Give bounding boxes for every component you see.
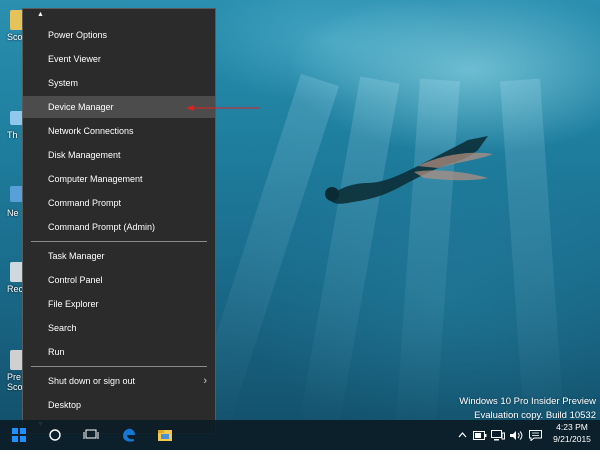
menu-item-file-explorer[interactable]: File Explorer (23, 293, 215, 315)
clock-date: 9/21/2015 (553, 434, 591, 444)
chevron-right-icon: › (203, 375, 207, 387)
network-button[interactable] (490, 420, 506, 450)
show-hidden-icons-button[interactable] (456, 420, 468, 450)
start-button[interactable] (4, 420, 34, 450)
windows-build-watermark: Windows 10 Pro Insider Preview Evaluatio… (459, 395, 596, 423)
menu-item-task-manager[interactable]: Task Manager (23, 245, 215, 267)
menu-separator (31, 241, 207, 242)
volume-icon (510, 430, 523, 440)
search-button[interactable] (40, 420, 70, 450)
action-center-button[interactable] (526, 420, 544, 450)
chevron-up-icon (458, 432, 466, 438)
menu-item-run[interactable]: Run (23, 341, 215, 363)
menu-item-event-viewer[interactable]: Event Viewer (23, 48, 215, 70)
battery-icon (473, 430, 487, 440)
network-icon (491, 429, 505, 440)
menu-item-system[interactable]: System (23, 72, 215, 94)
menu-separator (31, 366, 207, 367)
battery-button[interactable] (472, 420, 488, 450)
start-icon (12, 428, 26, 442)
menu-item-computer-management[interactable]: Computer Management (23, 168, 215, 190)
edge-button[interactable] (114, 420, 144, 450)
edge-icon (123, 428, 135, 442)
diver-wallpaper-image (325, 136, 493, 204)
task-view-icon (83, 429, 99, 439)
winx-power-user-menu: ▲ Power Options Event Viewer System Devi… (22, 8, 216, 434)
light-ray (500, 78, 566, 441)
volume-button[interactable] (508, 420, 524, 450)
action-center-icon (528, 429, 542, 441)
menu-item-network-connections[interactable]: Network Connections (23, 120, 215, 142)
taskbar (0, 420, 600, 450)
clock-time: 4:23 PM (556, 422, 588, 432)
taskbar-clock[interactable]: 4:23 PM 9/21/2015 (548, 421, 596, 445)
menu-item-command-prompt-admin[interactable]: Command Prompt (Admin) (23, 216, 215, 238)
menu-item-label: Shut down or sign out (48, 376, 136, 386)
menu-item-desktop[interactable]: Desktop (23, 394, 215, 416)
file-explorer-icon (158, 430, 172, 441)
menu-item-control-panel[interactable]: Control Panel (23, 269, 215, 291)
search-icon (49, 429, 61, 441)
menu-item-power-options[interactable]: Power Options (23, 24, 215, 46)
file-explorer-button[interactable] (150, 420, 180, 450)
annotation-arrow-icon (186, 105, 260, 111)
task-view-button[interactable] (76, 420, 106, 450)
menu-item-search[interactable]: Search (23, 317, 215, 339)
menu-item-shut-down-or-sign-out[interactable]: Shut down or sign out › (23, 370, 215, 392)
watermark-edition: Windows 10 Pro Insider Preview (459, 396, 596, 407)
menu-item-disk-management[interactable]: Disk Management (23, 144, 215, 166)
menu-item-command-prompt[interactable]: Command Prompt (23, 192, 215, 214)
scroll-up-icon[interactable]: ▲ (37, 11, 44, 18)
